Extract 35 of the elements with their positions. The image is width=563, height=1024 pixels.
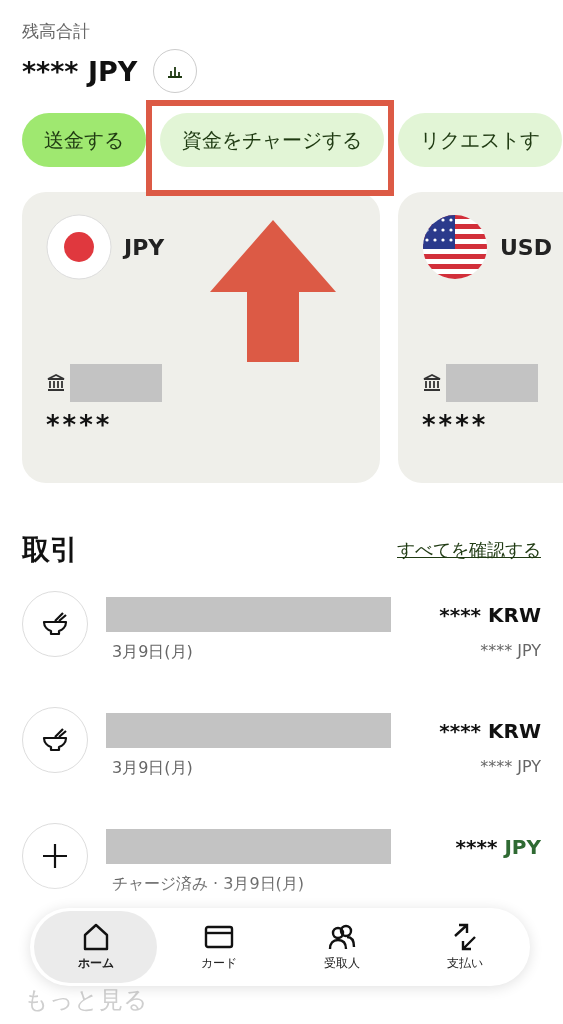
bank-icon [422, 374, 442, 392]
transaction-date: 3月9日(月) [112, 642, 194, 663]
nav-tab[interactable]: ホーム [34, 911, 157, 983]
nav-tab[interactable]: 支払い [403, 911, 526, 983]
action-button[interactable]: 送金する [22, 113, 146, 167]
people-icon [326, 922, 357, 951]
bank-icon [46, 374, 66, 392]
flag-icon [46, 214, 112, 280]
total-balance: **** JPY [22, 55, 138, 87]
converted-amount: **** JPY [479, 641, 541, 660]
account-balance: **** [422, 410, 490, 440]
action-button[interactable]: リクエストす [398, 113, 562, 167]
nav-tab[interactable]: 受取人 [280, 911, 403, 983]
account-balance: **** [46, 410, 114, 440]
transaction-date: チャージ済み · 3月9日(月) [112, 874, 306, 895]
section-title: 取引 [22, 532, 78, 568]
account-card[interactable]: USD **** [398, 192, 563, 483]
account-card[interactable]: JPY **** [22, 192, 380, 483]
chart-button[interactable] [153, 49, 198, 93]
up-arrow-icon [210, 220, 336, 362]
transaction-amount: **** KRW [439, 719, 541, 743]
currency-code: USD [500, 234, 552, 260]
currency-code: JPY [124, 234, 165, 260]
action-button[interactable]: 資金をチャージする [160, 113, 384, 167]
see-all-link[interactable]: すべてを確認する [397, 538, 541, 562]
bowl-icon [41, 611, 69, 637]
bar-chart-icon [167, 64, 184, 78]
transaction-amount: **** KRW [439, 603, 541, 627]
nav-tab[interactable]: カード [157, 911, 280, 983]
bowl-icon [41, 727, 69, 753]
converted-amount: **** JPY [479, 757, 541, 776]
balance-label: 残高合計 [22, 20, 91, 43]
transaction-date: 3月9日(月) [112, 758, 194, 779]
plus-icon [42, 843, 68, 869]
transaction-amount: **** JPY [455, 835, 541, 859]
